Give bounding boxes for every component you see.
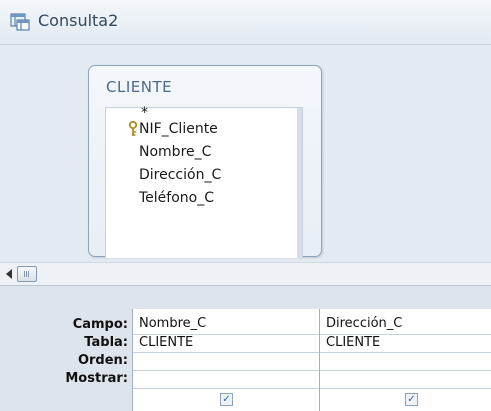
row-label-orden: Orden: <box>77 353 128 368</box>
cell-campo-col2[interactable]: Dirección_C <box>326 316 402 331</box>
row-label-tabla: Tabla: <box>84 335 128 350</box>
window-title: Consulta2 <box>38 11 119 30</box>
scroll-left-arrow-icon[interactable] <box>6 269 12 279</box>
field-item-nif-cliente[interactable]: NIF_Cliente <box>139 121 218 137</box>
field-item-direccion-c[interactable]: Dirección_C <box>139 167 221 183</box>
table-title[interactable]: CLIENTE <box>106 78 172 96</box>
field-item-nombre-c[interactable]: Nombre_C <box>139 144 211 160</box>
grip-icon <box>24 271 30 277</box>
cell-orden-col2[interactable] <box>326 353 486 369</box>
cell-tabla-col1[interactable]: CLIENTE <box>139 335 193 350</box>
field-list[interactable]: * NIF_Cliente Nombre_C Dirección_C Teléf… <box>105 105 303 258</box>
query-icon <box>10 13 30 31</box>
field-item-telefono-c[interactable]: Teléfono_C <box>139 190 214 206</box>
horizontal-scrollbar[interactable] <box>0 262 491 286</box>
mostrar-checkbox-col2[interactable]: ✓ <box>405 393 418 406</box>
cell-orden-col1[interactable] <box>139 353 317 369</box>
cliente-table-box[interactable]: CLIENTE * NIF_Cliente Nombre_C Dirección… <box>88 65 322 258</box>
grid-columns: Nombre_C Dirección_C CLIENTE CLIENTE ✓ ✓ <box>132 309 491 411</box>
query-design-window: Consulta2 CLIENTE * NIF_Cliente Nombre_C… <box>0 0 491 411</box>
row-label-mostrar: Mostrar: <box>65 371 128 386</box>
row-divider <box>133 388 491 389</box>
row-label-campo: Campo: <box>72 317 128 332</box>
table-design-area[interactable]: CLIENTE * NIF_Cliente Nombre_C Dirección… <box>0 45 491 262</box>
row-divider <box>133 370 491 371</box>
cell-tabla-col2[interactable]: CLIENTE <box>326 335 380 350</box>
title-bar: Consulta2 <box>0 0 491 45</box>
scroll-thumb[interactable] <box>17 266 37 282</box>
cell-campo-col1[interactable]: Nombre_C <box>139 316 206 331</box>
mostrar-checkbox-col1[interactable]: ✓ <box>220 393 233 406</box>
primary-key-icon <box>128 121 138 136</box>
column-divider <box>319 309 320 411</box>
query-grid: Campo: Tabla: Orden: Mostrar: Nombre_C D… <box>0 285 491 411</box>
field-item-all[interactable]: * <box>141 105 148 121</box>
field-list-scrollbar[interactable] <box>297 108 302 258</box>
